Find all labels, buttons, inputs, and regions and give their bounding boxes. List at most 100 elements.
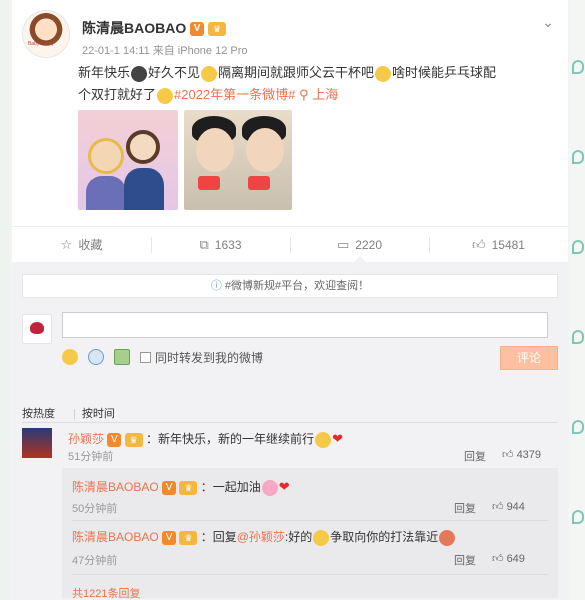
- verified-v-icon: V: [190, 22, 205, 37]
- star-icon: ☆: [60, 236, 73, 252]
- right-background-pattern: [569, 0, 585, 600]
- left-background-strip: [0, 0, 10, 600]
- reply-button[interactable]: 回复: [454, 552, 476, 568]
- comment-time: 51分钟前: [68, 451, 114, 463]
- like-button[interactable]: 👍︎ 15481: [429, 227, 568, 262]
- comment-text: ：新年快乐，新的一年继续前行: [146, 432, 315, 446]
- sort-time-tab[interactable]: 按时间: [82, 408, 115, 420]
- notice-text: #微博新规#平台，欢迎查阅！: [224, 280, 370, 292]
- image-upload-icon[interactable]: [114, 349, 130, 365]
- divider: [72, 574, 548, 575]
- avatar-caption: Baby Lucky: [28, 41, 54, 47]
- comment-toolbar: 同时转发到我的微博: [62, 347, 263, 367]
- post-image-cartoon[interactable]: [78, 110, 178, 210]
- reply-text-row: 陈清晨BAOBAO V ♛ ：回复@孙颖莎:好的 争取向你的打法靠近: [72, 528, 548, 546]
- chevron-down-icon[interactable]: ⌄: [542, 14, 554, 31]
- smile-emoji-icon: [157, 87, 174, 104]
- favorite-button[interactable]: ☆ 收藏: [12, 227, 151, 262]
- thumbs-up-icon: 👍︎: [502, 449, 514, 461]
- favorite-label: 收藏: [78, 238, 103, 252]
- reply-like-button[interactable]: 👍︎ 649: [492, 552, 525, 565]
- sort-hot-tab[interactable]: 按热度: [22, 408, 55, 420]
- thumbs-up-icon: 👍︎: [492, 501, 504, 513]
- comment-like-button[interactable]: 👍︎ 4379: [502, 448, 541, 461]
- replier-name[interactable]: 陈清晨BAOBAO: [72, 480, 159, 494]
- reply-button[interactable]: 回复: [454, 500, 476, 516]
- pig-emoji-icon: [261, 479, 278, 496]
- reply-text-suffix: :好的: [284, 530, 313, 544]
- verified-v-icon: V: [107, 432, 122, 447]
- vip-crown-icon: ♛: [179, 480, 198, 495]
- comment-input[interactable]: [62, 312, 548, 338]
- reply-text-row: 陈清晨BAOBAO V ♛ ：一起加油 ❤: [72, 478, 548, 496]
- comment-like-count: 4379: [516, 449, 542, 461]
- text-segment: 新年快乐: [78, 65, 131, 80]
- replies-box: 陈清晨BAOBAO V ♛ ：一起加油 ❤ 50分钟前 回复 👍︎ 944 陈清晨…: [62, 468, 558, 600]
- weibo-post-card: Baby Lucky 陈清晨BAOBAO V ♛ 22-01-1 14:11 来…: [12, 0, 568, 600]
- comment-icon: ▭: [337, 236, 350, 252]
- reply-text-end: 争取向你的打法靠近: [330, 530, 439, 544]
- repost-button[interactable]: ⧉ 1633: [151, 227, 290, 262]
- reply-like-count: 649: [506, 553, 525, 565]
- mention-link[interactable]: @孙颖莎: [237, 530, 285, 544]
- current-user-avatar: [22, 314, 52, 344]
- repost-count: 1633: [214, 237, 242, 252]
- thumbs-up-icon: 👍︎: [492, 553, 504, 565]
- reply-text: ：一起加油: [200, 480, 261, 494]
- divider: [72, 520, 548, 521]
- author-name-row: 陈清晨BAOBAO V ♛: [82, 18, 227, 38]
- thumbs-up-icon: 👍︎: [472, 236, 486, 252]
- cheers-emoji-icon: [375, 65, 392, 82]
- heart-icon: ❤: [332, 431, 343, 446]
- submit-comment-button[interactable]: 评论: [500, 346, 558, 370]
- location-link[interactable]: 上海: [312, 87, 338, 102]
- post-image-photo[interactable]: [184, 110, 292, 210]
- firecracker-emoji-icon: [131, 65, 148, 82]
- comment-text-row: 孙颖莎 V ♛ ：新年快乐，新的一年继续前行 ❤: [68, 430, 343, 448]
- divider: [22, 422, 558, 423]
- commenter-name[interactable]: 孙颖莎: [68, 432, 104, 446]
- like-count: 15481: [491, 237, 525, 252]
- location-pin-icon: ⚲: [299, 87, 309, 102]
- post-header: Baby Lucky 陈清晨BAOBAO V ♛ 22-01-1 14:11 来…: [22, 10, 558, 60]
- sort-bar: 按热度 | 按时间: [22, 405, 133, 421]
- vip-crown-icon: ♛: [208, 22, 227, 37]
- emoji-picker-icon[interactable]: [62, 349, 78, 365]
- sunglasses-emoji-icon: [201, 65, 218, 82]
- text-segment: 好久不见: [148, 65, 201, 80]
- post-meta: 22-01-1 14:11 来自 iPhone 12 Pro: [82, 45, 248, 57]
- sort-separator: |: [73, 408, 76, 420]
- author-avatar[interactable]: Baby Lucky: [22, 10, 70, 58]
- vip-crown-icon: ♛: [124, 432, 143, 447]
- author-name[interactable]: 陈清晨BAOBAO: [82, 20, 186, 36]
- comments-section: ⓘ #微博新规#平台，欢迎查阅！ 同时转发到我的微博 评论 按热度 | 按时间 孙颖…: [12, 262, 568, 600]
- text-segment: 隔离期间就跟师父云干杯吧: [218, 65, 375, 80]
- grin-emoji-icon: [313, 529, 330, 546]
- vip-crown-icon: ♛: [179, 530, 198, 545]
- comment-button[interactable]: ▭ 2220: [290, 227, 429, 263]
- post-text: 新年快乐 好久不见 隔离期间就跟师父云干杯吧 啥时候能乒乓球配个双打就好了 #2022年…: [78, 62, 498, 106]
- face-emoji-icon: [439, 529, 456, 546]
- more-replies-link[interactable]: 共1221条回复: [72, 585, 140, 600]
- info-icon: ⓘ: [210, 280, 222, 292]
- commenter-avatar[interactable]: [22, 428, 52, 458]
- verified-v-icon: V: [162, 530, 177, 545]
- reply-like-count: 944: [506, 501, 525, 513]
- reply-time: 47分钟前: [72, 555, 118, 567]
- repost-icon: ⧉: [199, 236, 209, 252]
- clap-emoji-icon: [315, 431, 332, 448]
- reply-text-prefix: ：回复: [200, 530, 237, 544]
- hashtag-link[interactable]: #2022年第一条微博#: [174, 87, 295, 102]
- forward-checkbox[interactable]: [140, 351, 151, 363]
- comment-count: 2220: [355, 237, 382, 252]
- reply-button[interactable]: 回复: [464, 448, 486, 464]
- reply-like-button[interactable]: 👍︎ 944: [492, 500, 525, 513]
- reply-time: 50分钟前: [72, 503, 118, 515]
- rules-notice[interactable]: ⓘ #微博新规#平台，欢迎查阅！: [22, 274, 558, 298]
- mention-icon[interactable]: [88, 349, 104, 365]
- post-actions-bar: ☆ 收藏 ⧉ 1633 ▭ 2220 👍︎ 15481: [12, 226, 568, 263]
- forward-label: 同时转发到我的微博: [155, 350, 264, 365]
- heart-icon: ❤: [278, 479, 290, 494]
- verified-v-icon: V: [162, 480, 177, 495]
- replier-name[interactable]: 陈清晨BAOBAO: [72, 530, 159, 544]
